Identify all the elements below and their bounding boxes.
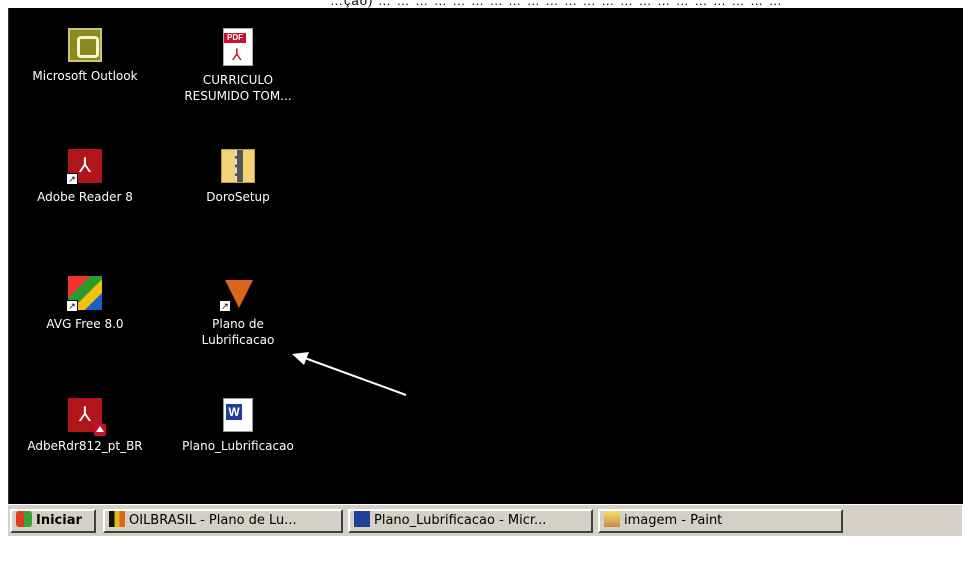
oilbrasil-icon [109, 511, 125, 527]
paint-icon [604, 511, 620, 527]
document-caption-strip: …ção) … … … … … … … … … … … … … … … … … … [0, 0, 970, 8]
taskbar-item-oilbrasil[interactable]: OILBRASIL - Plano de Lu... [103, 509, 343, 533]
taskbar: Iniciar OILBRASIL - Plano de Lu... Plano… [8, 504, 962, 537]
arrow-shaft [301, 356, 407, 396]
taskbar-item-label: imagem - Paint [624, 513, 723, 528]
taskbar-item-label: OILBRASIL - Plano de Lu... [129, 513, 297, 528]
start-label: Iniciar [36, 513, 82, 528]
desktop: Microsoft Outlook ↗ Adobe Reader 8 ↗ AVG… [8, 8, 963, 504]
annotation-arrow [292, 352, 407, 396]
arrow-head [292, 352, 309, 365]
taskbar-item-label: Plano_Lubrificacao - Micr... [374, 513, 547, 528]
page-bottom-margin [0, 536, 970, 561]
caption-text: …ção) … … … … … … … … … … … … … … … … … … [330, 0, 783, 8]
taskbar-item-paint[interactable]: imagem - Paint [598, 509, 843, 533]
start-button[interactable]: Iniciar [10, 509, 96, 533]
windows-logo-icon [16, 511, 32, 527]
taskbar-item-word[interactable]: Plano_Lubrificacao - Micr... [348, 509, 593, 533]
word-icon [354, 511, 370, 527]
